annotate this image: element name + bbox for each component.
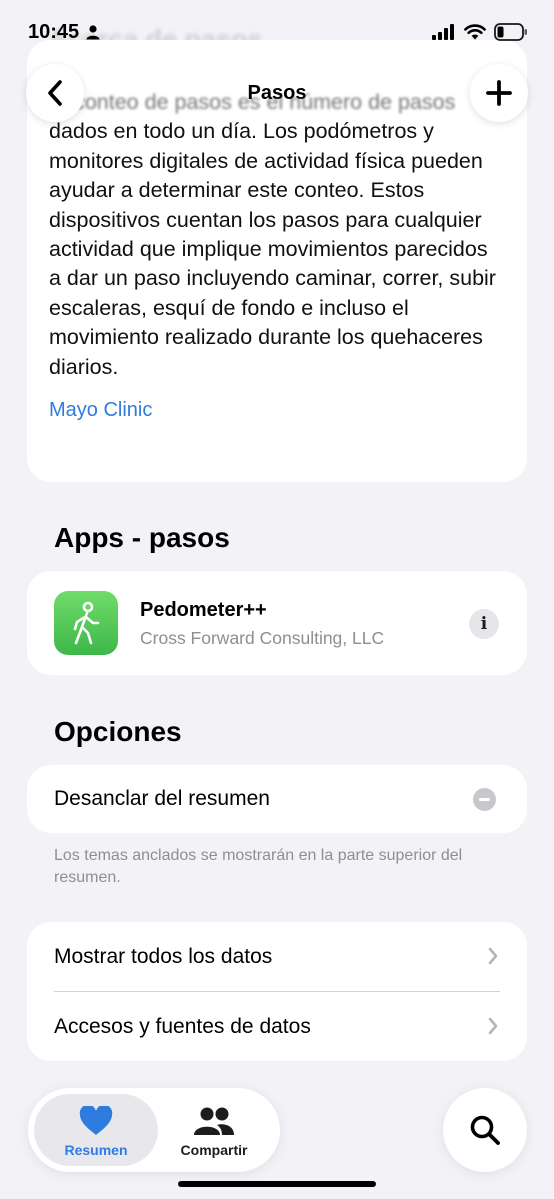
data-access-sources-row[interactable]: Accesos y fuentes de datos bbox=[27, 992, 527, 1061]
about-description-text: dados en todo un día. Los podómetros y m… bbox=[49, 119, 496, 379]
unpin-label: Desanclar del resumen bbox=[54, 787, 270, 810]
search-button[interactable] bbox=[443, 1088, 527, 1172]
options-section-title: Opciones bbox=[54, 716, 182, 747]
about-description: El conteo de pasos es el número de pasos… bbox=[49, 88, 505, 382]
wifi-icon bbox=[464, 24, 486, 40]
battery-icon bbox=[494, 23, 527, 41]
pinned-footnote: Los temas anclados se mostrarán en la pa… bbox=[54, 847, 463, 886]
tab-summary-label: Resumen bbox=[64, 1142, 128, 1158]
status-time: 10:45 bbox=[28, 21, 101, 44]
apps-section-title: Apps - pasos bbox=[54, 522, 230, 553]
plus-icon bbox=[486, 80, 512, 106]
chevron-right-icon bbox=[488, 947, 498, 965]
app-name: Pedometer++ bbox=[140, 599, 267, 621]
cellular-signal-icon bbox=[432, 24, 454, 40]
mayo-clinic-link[interactable]: Mayo Clinic bbox=[49, 399, 505, 422]
data-access-sources-label: Accesos y fuentes de datos bbox=[54, 1015, 311, 1038]
people-icon bbox=[194, 1107, 234, 1135]
nav-bar: Pasos bbox=[0, 64, 554, 124]
show-all-data-label: Mostrar todos los datos bbox=[54, 945, 273, 968]
status-icons bbox=[432, 23, 528, 41]
info-icon[interactable]: i bbox=[469, 609, 499, 639]
tab-share[interactable]: Compartir bbox=[152, 1094, 276, 1166]
status-bar: 10:45 bbox=[0, 0, 554, 64]
app-developer: Cross Forward Consulting, LLC bbox=[140, 628, 385, 648]
data-options-card: Mostrar todos los datos Accesos y fuente… bbox=[27, 922, 527, 1061]
time-label: 10:45 bbox=[28, 20, 80, 43]
tab-share-label: Compartir bbox=[180, 1142, 248, 1158]
heart-icon bbox=[79, 1106, 113, 1135]
add-data-button[interactable] bbox=[470, 64, 528, 122]
chevron-right-icon bbox=[488, 1017, 498, 1035]
tab-summary[interactable]: Resumen bbox=[34, 1094, 158, 1166]
unpin-from-summary-row[interactable]: Desanclar del resumen bbox=[27, 765, 527, 833]
minus-circle-icon[interactable] bbox=[473, 788, 496, 811]
show-all-data-row[interactable]: Mostrar todos los datos bbox=[27, 922, 527, 991]
home-indicator[interactable] bbox=[178, 1181, 376, 1187]
app-row-pedometer[interactable]: Pedometer++ Cross Forward Consulting, LL… bbox=[27, 571, 527, 675]
walking-person-icon bbox=[54, 591, 118, 655]
search-icon bbox=[470, 1115, 500, 1145]
person-icon bbox=[86, 25, 100, 40]
tab-bar: Resumen Compartir bbox=[28, 1088, 280, 1172]
